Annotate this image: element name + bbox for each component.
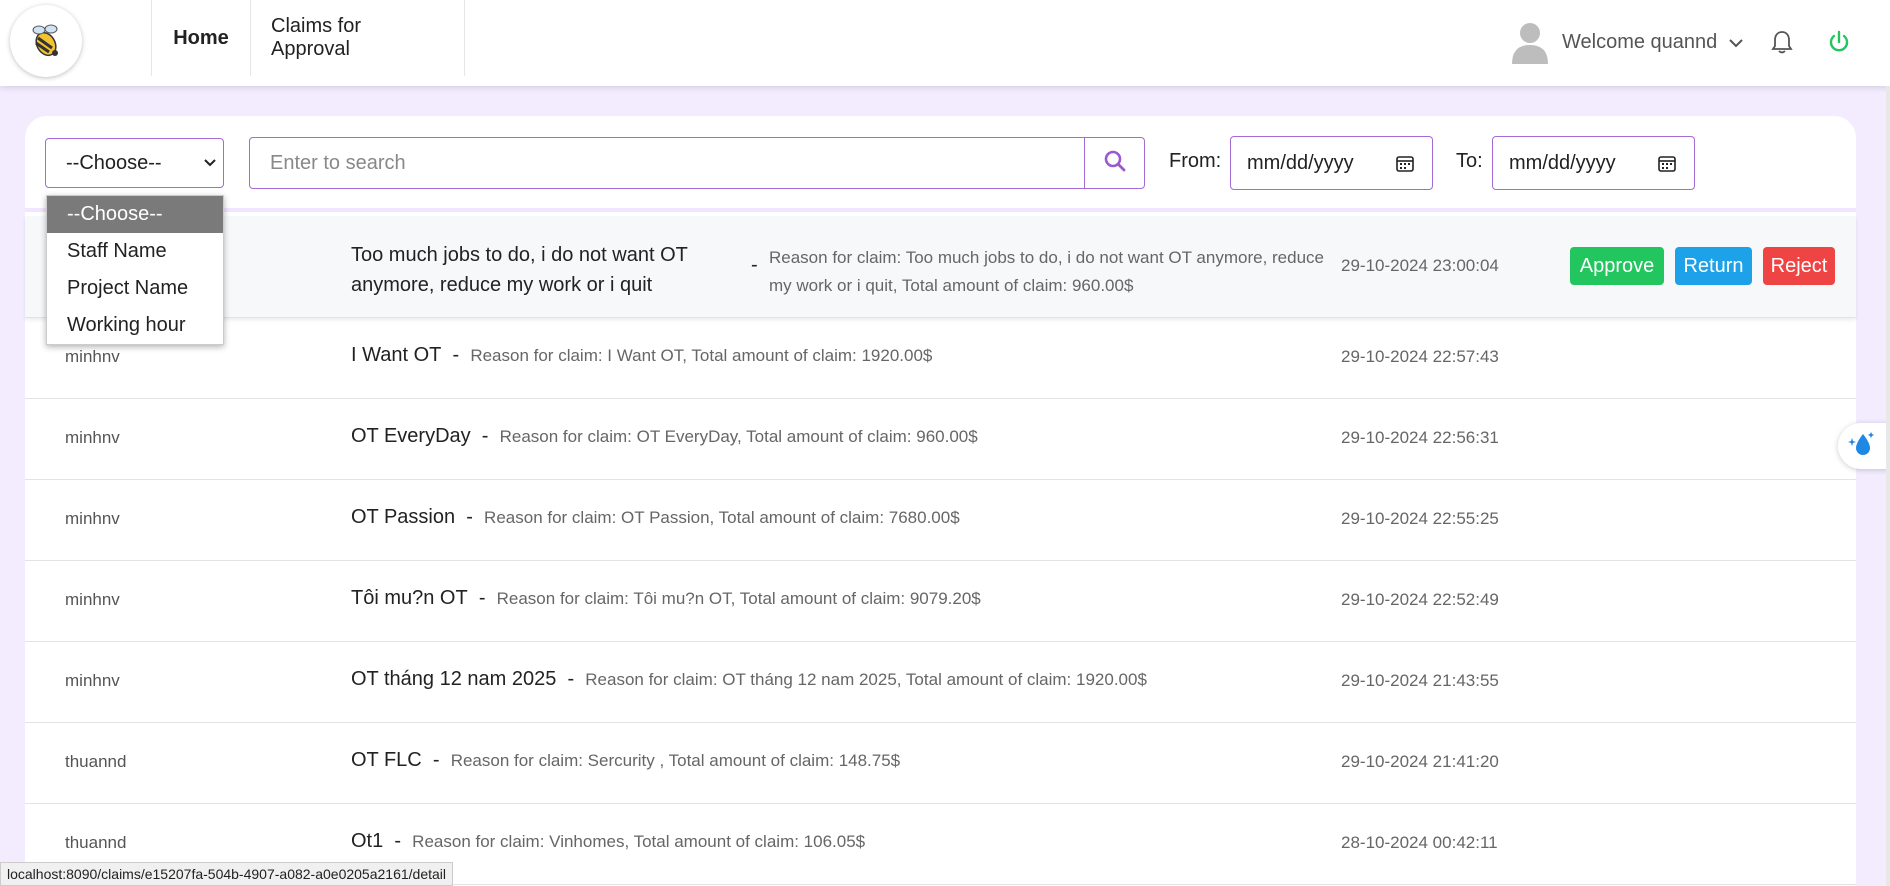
to-date-input[interactable]: mm/dd/yyyy bbox=[1492, 136, 1695, 190]
row-title-line-2: anymore, reduce my work or i quit bbox=[351, 274, 653, 296]
power-icon[interactable] bbox=[1823, 26, 1855, 58]
nav-tab-claims-for-approval[interactable]: Claims for Approval bbox=[250, 0, 465, 76]
row-time: 28-10-2024 00:42:11 bbox=[1341, 833, 1498, 852]
row-title-line-1: Too much jobs to do, i do not want OT bbox=[351, 244, 688, 266]
row-reason: Reason for claim: OT EveryDay, Total amo… bbox=[499, 427, 978, 446]
link-status-bar: localhost:8090/claims/e15207fa-504b-4907… bbox=[0, 862, 454, 886]
top-navbar: Home Claims for Approval Welcome quannd bbox=[0, 0, 1890, 86]
search-button[interactable] bbox=[1084, 138, 1144, 188]
table-row[interactable]: thuannd OT FLC - Reason for claim: Sercu… bbox=[25, 723, 1856, 804]
row-reason: Reason for claim: Sercurity , Total amou… bbox=[450, 751, 901, 770]
filter-select-dropdown: --Choose-- Staff Name Project Name Worki… bbox=[46, 195, 224, 345]
row-staff: minhnv bbox=[65, 671, 120, 690]
row-time: 29-10-2024 22:57:43 bbox=[1341, 347, 1499, 366]
row-time: 29-10-2024 22:56:31 bbox=[1341, 428, 1499, 447]
row-title: OT Passion - Reason for claim: OT Passio… bbox=[351, 506, 960, 529]
row-title: OT EveryDay - Reason for claim: OT Every… bbox=[351, 425, 978, 448]
claims-card: --Choose-- From: mm/dd/yyyy bbox=[25, 116, 1856, 886]
row-staff: minhnv bbox=[65, 428, 120, 447]
nav-claims-label: Claims for Approval bbox=[271, 15, 362, 60]
row-title-text: Ot1 bbox=[351, 830, 384, 852]
approve-button[interactable]: Approve bbox=[1570, 247, 1664, 285]
user-menu[interactable]: Welcome quannd bbox=[1510, 18, 1744, 66]
row-title: OT FLC - Reason for claim: Sercurity , T… bbox=[351, 749, 900, 772]
filter-select-value: --Choose-- bbox=[66, 151, 162, 174]
row-title-text: Tôi mu?n OT bbox=[351, 587, 468, 609]
row-time: 29-10-2024 23:00:04 bbox=[1341, 256, 1499, 275]
row-reason: Reason for claim: OT Passion, Total amou… bbox=[484, 508, 960, 527]
search-box bbox=[249, 137, 1145, 189]
search-input[interactable] bbox=[250, 138, 1084, 188]
table-row[interactable]: minhnv OT EveryDay - Reason for claim: O… bbox=[25, 399, 1856, 480]
sparkle-drop-icon bbox=[1846, 430, 1876, 463]
row-title: Tôi mu?n OT - Reason for claim: Tôi mu?n… bbox=[351, 587, 981, 610]
row-reason: Reason for claim: Vinhomes, Total amount… bbox=[412, 832, 866, 851]
dropdown-option-staff-name[interactable]: Staff Name bbox=[47, 233, 223, 270]
row-separator: - bbox=[452, 344, 460, 366]
row-separator: - bbox=[394, 830, 402, 852]
row-title: OT tháng 12 nam 2025 - Reason for claim:… bbox=[351, 668, 1147, 691]
welcome-text: Welcome quannd bbox=[1562, 30, 1718, 53]
page-scrollbar[interactable] bbox=[1886, 86, 1890, 886]
row-separator: - bbox=[478, 587, 486, 609]
user-avatar-icon bbox=[1510, 20, 1550, 64]
row-separator: - bbox=[751, 254, 758, 276]
row-reason: Reason for claim: OT tháng 12 nam 2025, … bbox=[585, 670, 1147, 689]
row-title: Too much jobs to do, i do not want OT an… bbox=[351, 240, 688, 300]
row-separator: - bbox=[466, 506, 473, 528]
from-label: From: bbox=[1169, 150, 1222, 172]
row-time: 29-10-2024 21:43:55 bbox=[1341, 671, 1499, 690]
table-row[interactable]: Too much jobs to do, i do not want OT an… bbox=[25, 216, 1856, 318]
table-row[interactable]: minhnv OT tháng 12 nam 2025 - Reason for… bbox=[25, 642, 1856, 723]
row-title-text: OT tháng 12 nam 2025 bbox=[351, 668, 557, 690]
chevron-down-icon bbox=[203, 153, 217, 179]
row-reason: Reason for claim: Tôi mu?n OT, Total amo… bbox=[496, 589, 981, 608]
row-staff: thuannd bbox=[65, 752, 127, 771]
filter-select[interactable]: --Choose-- bbox=[45, 138, 224, 188]
table-row[interactable]: minhnv I Want OT - Reason for claim: I W… bbox=[25, 318, 1856, 399]
row-staff: minhnv bbox=[65, 509, 120, 528]
row-staff: minhnv bbox=[65, 590, 120, 609]
row-title: I Want OT - Reason for claim: I Want OT,… bbox=[351, 344, 932, 367]
filter-toolbar: --Choose-- From: mm/dd/yyyy bbox=[25, 116, 1856, 212]
row-reason-line-1: Reason for claim: Too much jobs to do, i… bbox=[769, 248, 1324, 267]
row-separator: - bbox=[432, 749, 440, 771]
bell-icon[interactable] bbox=[1766, 26, 1798, 58]
row-time: 29-10-2024 22:55:25 bbox=[1341, 509, 1499, 528]
row-title: Ot1 - Reason for claim: Vinhomes, Total … bbox=[351, 830, 865, 853]
row-time: 29-10-2024 21:41:20 bbox=[1341, 752, 1499, 771]
row-reason: Reason for claim: Too much jobs to do, i… bbox=[769, 244, 1324, 300]
to-date-value: mm/dd/yyyy bbox=[1509, 151, 1616, 174]
row-reason: Reason for claim: I Want OT, Total amoun… bbox=[470, 346, 933, 365]
calendar-icon[interactable] bbox=[1396, 154, 1414, 178]
row-title-text: OT Passion bbox=[351, 506, 456, 528]
row-staff: thuannd bbox=[65, 833, 127, 852]
row-staff: minhnv bbox=[65, 347, 120, 366]
row-title-text: OT FLC bbox=[351, 749, 422, 771]
dropdown-option-working-hour[interactable]: Working hour bbox=[47, 307, 223, 344]
logo-icon[interactable] bbox=[10, 5, 82, 77]
reject-button[interactable]: Reject bbox=[1763, 247, 1835, 285]
calendar-icon[interactable] bbox=[1658, 154, 1676, 178]
from-date-input[interactable]: mm/dd/yyyy bbox=[1230, 136, 1433, 190]
floating-assistant-button[interactable] bbox=[1838, 423, 1890, 469]
row-separator: - bbox=[481, 425, 489, 447]
to-label: To: bbox=[1456, 150, 1483, 172]
table-row[interactable]: minhnv OT Passion - Reason for claim: OT… bbox=[25, 480, 1856, 561]
chevron-down-icon bbox=[1729, 31, 1744, 54]
dropdown-option-choose[interactable]: --Choose-- bbox=[47, 196, 223, 233]
table-row[interactable]: minhnv Tôi mu?n OT - Reason for claim: T… bbox=[25, 561, 1856, 642]
row-reason-line-2: my work or i quit, Total amount of claim… bbox=[769, 276, 1134, 295]
return-button[interactable]: Return bbox=[1675, 247, 1752, 285]
dropdown-option-project-name[interactable]: Project Name bbox=[47, 270, 223, 307]
search-icon bbox=[1104, 150, 1126, 177]
row-title-text: OT EveryDay bbox=[351, 425, 471, 447]
nav-home-label: Home bbox=[173, 26, 229, 49]
nav-tab-home[interactable]: Home bbox=[151, 0, 250, 76]
from-date-value: mm/dd/yyyy bbox=[1247, 151, 1354, 174]
row-time: 29-10-2024 22:52:49 bbox=[1341, 590, 1499, 609]
row-separator: - bbox=[567, 668, 575, 690]
row-title-text: I Want OT bbox=[351, 344, 442, 366]
